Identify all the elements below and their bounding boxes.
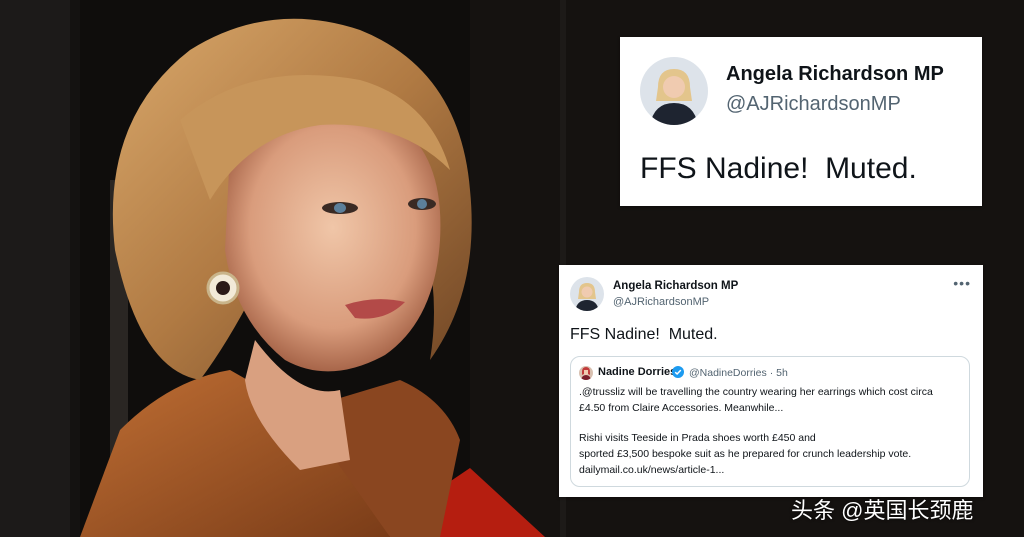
tweet-card-large: Angela Richardson MP @AJRichardsonMP FFS… [620, 37, 982, 206]
author-name[interactable]: Angela Richardson MP [726, 63, 944, 86]
quote-text-line: Rishi visits Teeside in Prada shoes wort… [579, 432, 816, 444]
author-name[interactable]: Angela Richardson MP [613, 280, 738, 292]
avatar[interactable] [640, 57, 708, 125]
quoted-author-handle[interactable]: @NadineDorries · 5h [689, 367, 788, 379]
quoted-author-name[interactable]: Nadine Dorries [598, 366, 676, 378]
quote-text-line: £4.50 from Claire Accessories. Meanwhile… [579, 402, 784, 414]
more-options-icon[interactable]: ••• [953, 275, 971, 291]
quote-text-line: .@trussliz will be travelling the countr… [579, 386, 933, 398]
quote-link[interactable]: dailymail.co.uk/news/article-1... [579, 464, 724, 476]
avatar[interactable] [579, 366, 593, 380]
tweet-card-small: Angela Richardson MP @AJRichardsonMP •••… [559, 265, 983, 497]
quoted-tweet[interactable]: Nadine Dorries @NadineDorries · 5h .@tru… [570, 356, 970, 487]
author-handle[interactable]: @AJRichardsonMP [613, 296, 709, 308]
tweet-text: FFS Nadine! Muted. [640, 152, 917, 185]
tweet-text: FFS Nadine! Muted. [570, 326, 718, 343]
watermark: 头条 @英国长颈鹿 [791, 498, 974, 523]
avatar[interactable] [570, 277, 604, 311]
quote-text-line: sported £3,500 bespoke suit as he prepar… [579, 448, 912, 460]
verified-badge-icon [672, 366, 684, 378]
author-handle[interactable]: @AJRichardsonMP [726, 93, 901, 116]
